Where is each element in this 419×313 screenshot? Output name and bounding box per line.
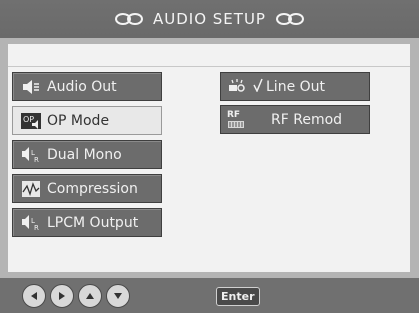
arrow-down-icon [114,293,122,299]
right-arrow-button[interactable] [50,284,74,308]
menu-item-audio-out[interactable]: Audio Out [12,72,162,101]
menu-item-compression[interactable]: Compression [12,174,162,203]
menu-item-lpcm-output[interactable]: LR LPCM Output [12,208,162,237]
option-label: RF Remod [271,111,343,128]
menu-item-label: Compression [47,180,138,197]
dolby-logo-right-icon [275,12,304,26]
op-mode-options: Line Out RF RF Remod [220,72,370,138]
svg-text:R: R [34,224,39,232]
dual-mono-icon: LR [19,145,43,165]
menu-item-label: Dual Mono [47,146,122,163]
svg-text:OP: OP [23,115,34,124]
menu-item-dual-mono[interactable]: LR Dual Mono [12,140,162,169]
compression-icon [19,179,43,199]
arrow-up-icon [86,293,94,299]
option-label: Line Out [266,78,326,95]
speaker-icon [19,77,43,97]
menu-item-label: Audio Out [47,78,117,95]
divider [8,66,410,67]
lpcm-icon: LR [19,213,43,233]
enter-button[interactable]: Enter [216,287,260,306]
op-mode-icon: OP [19,111,43,131]
left-arrow-button[interactable] [22,284,46,308]
menu-item-op-mode[interactable]: OP OP Mode [12,106,162,135]
dolby-logo-left-icon [115,12,143,26]
option-line-out[interactable]: Line Out [220,72,370,101]
arrow-right-icon [59,292,65,300]
svg-text:R: R [34,156,39,164]
line-out-icon [225,77,249,97]
rf-badge: RF [227,109,241,120]
checkmark-icon [253,78,263,96]
down-arrow-button[interactable] [106,284,130,308]
page-title: AUDIO SETUP [153,10,266,28]
header-bar: AUDIO SETUP [0,0,419,38]
footer-bar: Enter [0,278,419,313]
audio-menu: Audio Out OP OP Mode LR Dual Mono Compre… [12,72,162,242]
arrow-left-icon [31,292,37,300]
menu-item-label: LPCM Output [47,214,139,231]
option-rf-remod[interactable]: RF RF Remod [220,105,370,134]
menu-item-label: OP Mode [47,112,110,129]
up-arrow-button[interactable] [78,284,102,308]
